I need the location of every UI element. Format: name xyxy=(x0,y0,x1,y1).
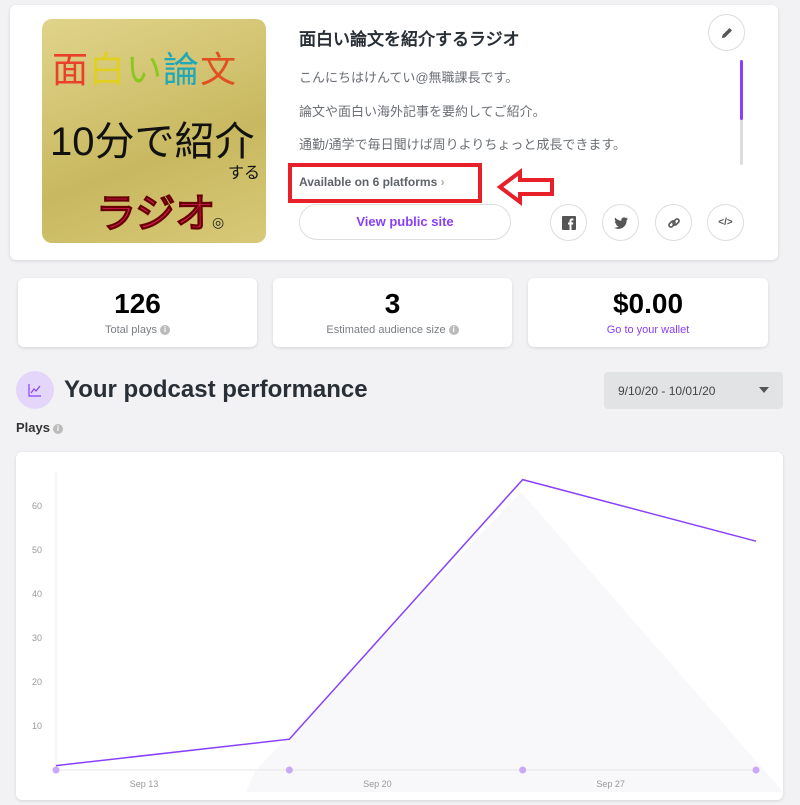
description-line: こんにちはけんてい@無職課長です。 xyxy=(299,70,519,85)
embed-button[interactable]: </> xyxy=(707,204,744,241)
stat-audience-size: 3 Estimated audience size i xyxy=(273,278,512,347)
copy-link-button[interactable] xyxy=(655,204,692,241)
description-line: 通勤/通学で毎日聞けば周りよりちょっと成長できます。 xyxy=(299,137,627,152)
info-icon[interactable]: i xyxy=(52,423,63,434)
facebook-icon xyxy=(561,215,576,230)
info-icon[interactable]: i xyxy=(448,325,459,336)
view-public-site-button[interactable]: View public site xyxy=(299,204,511,240)
performance-title: Your podcast performance xyxy=(64,376,368,403)
annotation-arrow-icon xyxy=(496,168,554,206)
annotation-highlight-box xyxy=(288,163,482,203)
share-facebook-button[interactable] xyxy=(550,204,587,241)
embed-code-icon: </> xyxy=(718,217,733,228)
cover-text-line1: 面白い論文 xyxy=(52,49,238,90)
stat-label-text: Estimated audience size xyxy=(326,324,446,336)
share-twitter-button[interactable] xyxy=(602,204,639,241)
stat-label: Estimated audience size i xyxy=(273,324,512,336)
y-tick-label: 50 xyxy=(32,545,42,555)
cover-text-line4: ラジオ xyxy=(95,192,216,237)
x-tick-label: Sep 27 xyxy=(596,779,625,789)
y-tick-label: 40 xyxy=(32,589,42,599)
cover-text-line3: する xyxy=(228,165,261,182)
y-tick-label: 10 xyxy=(32,721,42,731)
date-range-value: 9/10/20 - 10/01/20 xyxy=(618,384,716,398)
link-icon xyxy=(667,217,680,228)
background-shape xyxy=(246,492,783,792)
description-scrollbar[interactable] xyxy=(740,60,743,165)
description-line: 論文や面白い海外記事を要約してご紹介。 xyxy=(299,104,546,119)
chart-trend-icon xyxy=(16,371,54,409)
y-tick-label: 30 xyxy=(32,633,42,643)
podcast-header-card: 面白い論文 10分で紹介 する ラジオ ◎ 面白い論文を紹介するラジオ こんにち… xyxy=(10,5,778,260)
edit-button[interactable] xyxy=(708,14,745,51)
stat-value: 126 xyxy=(114,288,161,319)
y-tick-label: 20 xyxy=(32,677,42,687)
plays-chart-svg: 10 20 30 40 50 60 Sep 13 Sep 20 Sep 27 xyxy=(32,472,783,792)
date-range-dropdown[interactable]: 9/10/20 - 10/01/20 xyxy=(604,372,783,409)
stat-wallet: $0.00 Go to your wallet xyxy=(528,278,768,347)
data-point-marker[interactable] xyxy=(519,766,527,774)
stat-value: $0.00 xyxy=(612,288,684,319)
stat-total-plays: 126 Total plays i xyxy=(18,278,257,347)
info-icon[interactable]: i xyxy=(159,325,170,336)
stat-value: 3 xyxy=(384,288,401,319)
plays-label: Plays i xyxy=(16,420,63,435)
x-tick-label: Sep 20 xyxy=(363,779,392,789)
pencil-icon xyxy=(721,27,732,38)
stat-label: Total plays i xyxy=(18,324,257,336)
cover-text-line2: 10分で紹介 xyxy=(50,120,255,164)
plays-label-text: Plays xyxy=(16,420,50,435)
y-tick-label: 60 xyxy=(32,501,42,511)
data-point-marker[interactable] xyxy=(52,766,60,774)
podcast-title: 面白い論文を紹介するラジオ xyxy=(299,30,520,49)
stat-label-text: Total plays xyxy=(105,324,157,336)
twitter-icon xyxy=(613,216,628,229)
data-point-marker[interactable] xyxy=(285,766,293,774)
plays-chart: 10 20 30 40 50 60 Sep 13 Sep 20 Sep 27 xyxy=(16,452,783,800)
podcast-cover-art: 面白い論文 10分で紹介 する ラジオ ◎ xyxy=(42,19,266,243)
cover-text-mark: ◎ xyxy=(212,214,225,230)
caret-down-icon xyxy=(759,387,769,393)
x-tick-label: Sep 13 xyxy=(130,779,159,789)
data-point-marker[interactable] xyxy=(752,766,760,774)
go-to-wallet-link[interactable]: Go to your wallet xyxy=(528,324,768,336)
